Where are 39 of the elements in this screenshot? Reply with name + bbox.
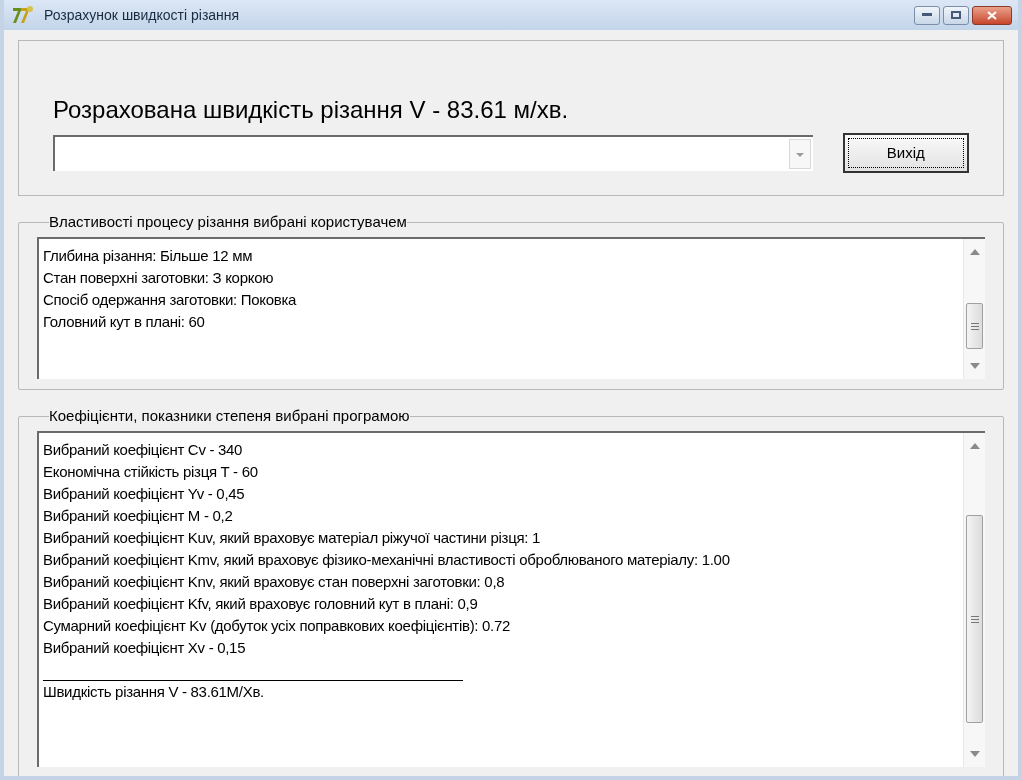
close-icon [987,10,997,20]
scroll-thumb[interactable] [966,515,983,723]
memo-line: Вибраний коефіцієнт Yv - 0,45 [43,484,246,504]
scroll-down-icon[interactable] [969,363,980,369]
group-legend: Коефіцієнти, показники степеня вибрані програмою [49,407,410,425]
memo-line: Вибраний коефіцієнт Cv - 340 [43,440,244,460]
memo-line: Вибраний коефіцієнт Kfv, який враховує головний кут в плані: 0,9 [43,594,479,614]
memo-line: Сумарний коефіцієнт Kv (добуток усіх поправкових коефіцієнтів): 0.72 [43,616,512,636]
memo-line: Вибраний коефіцієнт M - 0,2 [43,506,234,526]
exit-button[interactable]: Вихід [842,133,969,173]
app-icon [12,5,34,25]
memo-line: Вибраний коефіцієнт Knv, який враховує стан поверхні заготовки: 0,8 [43,572,506,592]
minimize-button[interactable] [914,5,940,25]
maximize-icon [951,11,961,19]
result-heading: Розрахована швидкість різання V - 83.61 м/хв. [53,95,570,125]
memo-line: Вибраний коефіцієнт Kmv, який враховує фізико-механічні властивості оброблюваного матеріалу: 1.00 [43,550,731,570]
memo-line: Вибраний коефіцієнт Kuv, який враховує матеріал ріжучої частини різця: 1 [43,528,542,548]
maximize-button[interactable] [943,5,969,25]
memo-line: Спосіб одержання заготовки: Поковка [43,290,298,310]
scrollbar[interactable] [963,433,985,767]
memo-line: Глибина різання: Більше 12 мм [43,246,254,266]
memo-line: Вибраний коефіцієнт Xv - 0,15 [43,638,247,658]
window-title: Розрахунок швидкості різання [44,5,240,25]
memo-line: Швидкість різання V - 83.61M/Xв. [43,682,265,702]
grip-icon [970,615,979,623]
memo-line: Головний кут в плані: 60 [43,312,206,332]
scroll-up-icon[interactable] [969,443,980,449]
group-legend: Властивості процесу різання вибрані користувачем [49,213,407,231]
combo-box[interactable] [53,135,813,171]
scrollbar[interactable] [963,239,985,379]
scroll-down-icon[interactable] [969,751,980,757]
grip-icon [970,322,979,330]
close-button[interactable] [972,5,1012,25]
memo-field[interactable]: Глибина різання: Більше 12 мм Стан поверхні заготовки: З коркою Спосіб одержання заготовки: Поковка Головний кут в плані: 60 [37,237,985,379]
minimize-icon [922,13,932,17]
scroll-up-icon[interactable] [969,249,980,255]
memo-line: Економічна стійкість різця T - 60 [43,462,259,482]
memo-line: Стан поверхні заготовки: З коркою [43,268,275,288]
scroll-thumb[interactable] [966,303,983,349]
